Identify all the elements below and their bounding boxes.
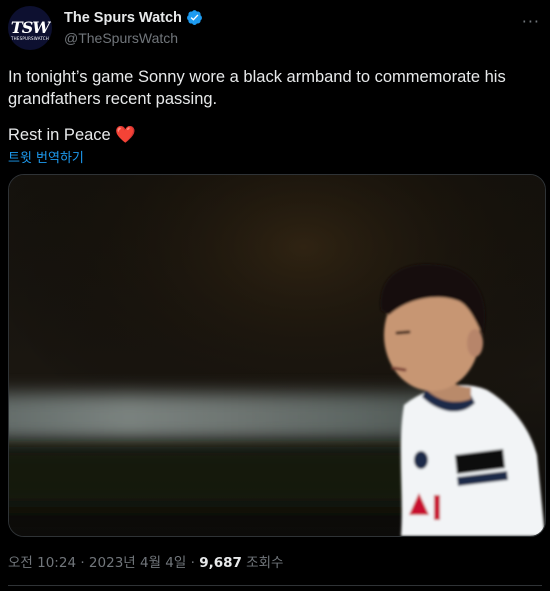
avatar-logo-text: TSW (10, 18, 50, 37)
photo-illustration (9, 175, 545, 536)
tweet-line-2: Rest in Peace ❤️ (8, 124, 538, 146)
tweet-text: In tonight’s game Sonny wore a black arm… (8, 66, 538, 146)
tweet-meta: 오전 10:24 · 2023년 4월 4일 · 9,687 조회수 (8, 551, 283, 571)
tweet-line-2-text: Rest in Peace (8, 126, 111, 144)
view-count-label: 조회수 (241, 555, 284, 571)
avatar[interactable]: TSW THESPURSWATCH (8, 6, 52, 50)
divider (8, 585, 542, 586)
handle[interactable]: @TheSpursWatch (64, 30, 178, 46)
author-name-row: The Spurs Watch (64, 9, 203, 26)
tweet-line-1: In tonight’s game Sonny wore a black arm… (8, 68, 506, 108)
verified-badge-icon (186, 9, 203, 26)
view-count: 9,687 (199, 555, 242, 571)
more-options-icon[interactable]: ··· (522, 12, 540, 31)
meta-separator: · (186, 555, 200, 571)
meta-separator: · (76, 555, 89, 571)
tweet-date[interactable]: 2023년 4월 4일 (89, 555, 186, 571)
red-heart-icon: ❤️ (115, 126, 136, 144)
translate-tweet-link[interactable]: 트윗 번역하기 (8, 147, 84, 166)
display-name[interactable]: The Spurs Watch (64, 10, 182, 26)
tweet-time[interactable]: 오전 10:24 (8, 555, 76, 571)
avatar-logo-subtext: THESPURSWATCH (11, 36, 49, 41)
tweet-photo[interactable] (8, 174, 546, 537)
